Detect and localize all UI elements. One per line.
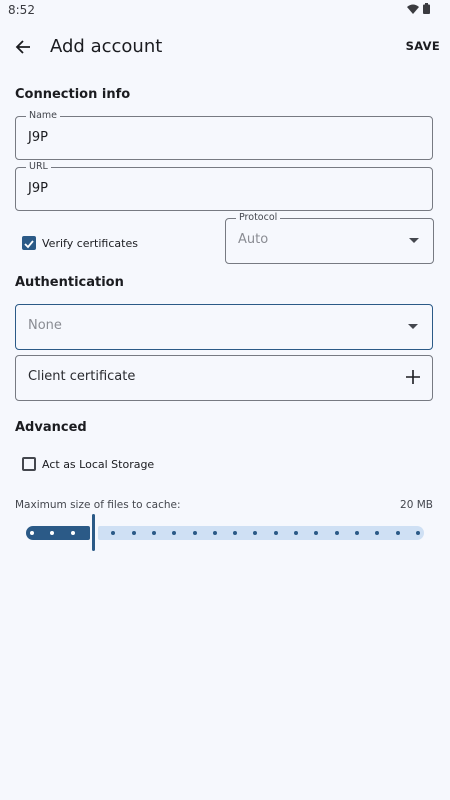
client-certificate-field[interactable]: Client certificate bbox=[15, 355, 433, 401]
authentication-method-dropdown[interactable]: None bbox=[15, 304, 433, 350]
status-icons bbox=[407, 3, 430, 14]
slider-tick bbox=[192, 531, 197, 535]
slider-tick bbox=[70, 531, 75, 535]
slider-tick bbox=[395, 531, 400, 535]
save-button[interactable]: SAVE bbox=[406, 39, 440, 53]
slider-handle[interactable] bbox=[92, 514, 95, 551]
verify-certificates-checkbox[interactable] bbox=[22, 236, 36, 250]
slider-active-track bbox=[26, 526, 90, 540]
cache-size-value: 20 MB bbox=[400, 499, 433, 511]
battery-icon bbox=[423, 3, 430, 14]
protocol-label: Protocol bbox=[236, 212, 281, 223]
name-field[interactable]: Name J9P bbox=[15, 110, 433, 160]
name-field-value: J9P bbox=[28, 130, 48, 145]
page-title: Add account bbox=[50, 36, 163, 57]
status-bar: 8:52 bbox=[0, 0, 450, 22]
local-storage-checkbox[interactable] bbox=[22, 457, 36, 471]
dropdown-arrow-icon bbox=[408, 324, 418, 329]
status-time: 8:52 bbox=[8, 3, 35, 17]
url-field[interactable]: URL J9P bbox=[15, 161, 433, 211]
slider-tick bbox=[30, 531, 34, 535]
name-field-label: Name bbox=[26, 110, 61, 121]
cache-size-caption: Maximum size of files to cache: bbox=[15, 499, 181, 511]
slider-tick bbox=[131, 531, 136, 535]
slider-tick bbox=[334, 531, 339, 535]
connection-info-heading: Connection info bbox=[15, 87, 131, 102]
cache-size-slider[interactable] bbox=[26, 514, 424, 551]
check-icon bbox=[24, 240, 34, 249]
arrow-back-icon bbox=[15, 40, 30, 54]
protocol-value: Auto bbox=[238, 232, 269, 247]
local-storage-label: Act as Local Storage bbox=[42, 458, 155, 471]
slider-tick bbox=[273, 531, 278, 535]
client-certificate-label: Client certificate bbox=[28, 369, 136, 384]
protocol-dropdown[interactable]: Protocol Auto bbox=[225, 212, 434, 264]
authentication-method-value: None bbox=[28, 318, 62, 333]
advanced-heading: Advanced bbox=[15, 420, 87, 435]
app-bar: Add account SAVE bbox=[0, 24, 450, 72]
plus-icon[interactable] bbox=[406, 370, 420, 384]
slider-tick bbox=[151, 531, 156, 535]
dropdown-arrow-icon bbox=[409, 238, 419, 243]
url-field-value: J9P bbox=[28, 181, 48, 196]
verify-certificates-label: Verify certificates bbox=[42, 237, 138, 250]
slider-tick bbox=[212, 531, 217, 535]
back-button[interactable] bbox=[10, 34, 36, 60]
url-field-label: URL bbox=[26, 161, 51, 172]
slider-tick bbox=[416, 531, 420, 535]
authentication-heading: Authentication bbox=[15, 275, 124, 290]
wifi-icon bbox=[407, 4, 419, 14]
